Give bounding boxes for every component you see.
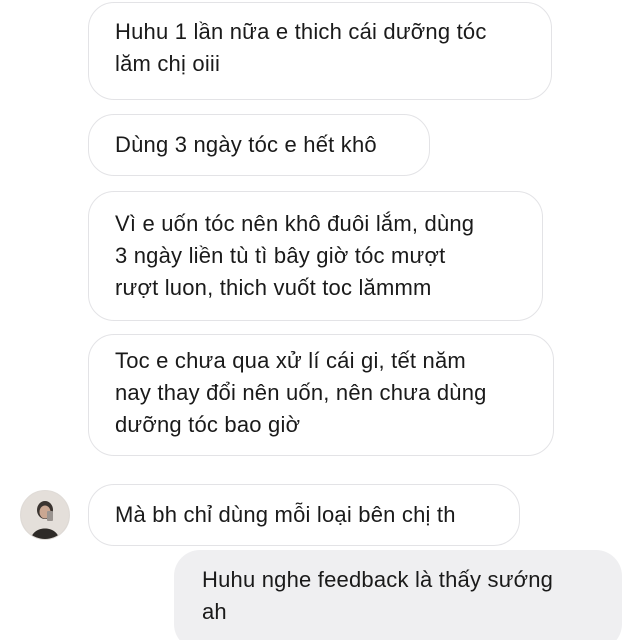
message-bubble-incoming[interactable]: Mà bh chỉ dùng mỗi loại bên chị th	[88, 484, 520, 546]
message-bubble-incoming[interactable]: Dùng 3 ngày tóc e hết khô	[88, 114, 430, 176]
message-bubble-incoming[interactable]: Huhu 1 lần nữa e thich cái dưỡng tóc lăm…	[88, 2, 552, 100]
message-bubble-incoming[interactable]: Toc e chưa qua xử lí cái gi, tết năm nay…	[88, 334, 554, 456]
contact-avatar-icon[interactable]	[20, 490, 70, 540]
message-bubble-incoming[interactable]: Vì e uốn tóc nên khô đuôi lắm, dùng 3 ng…	[88, 191, 543, 321]
avatar-silhouette-icon	[21, 491, 69, 539]
message-bubble-outgoing[interactable]: Huhu nghe feedback là thấy sướng ah	[174, 550, 622, 640]
chat-thread: Huhu 1 lần nữa e thich cái dưỡng tóc lăm…	[0, 0, 640, 640]
